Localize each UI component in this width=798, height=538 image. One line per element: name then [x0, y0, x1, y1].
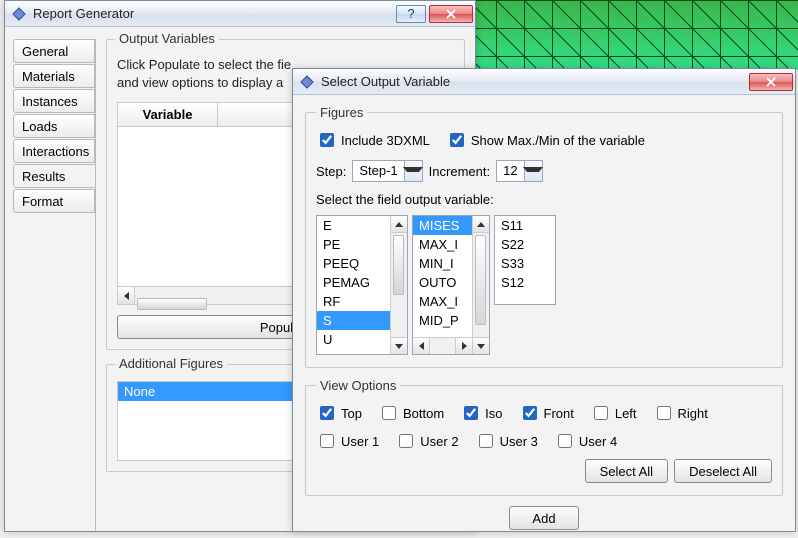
close-button[interactable] [749, 73, 793, 91]
list-item[interactable]: S11 [495, 216, 555, 235]
chevron-down-icon[interactable] [404, 161, 422, 181]
scroll-down-icon[interactable] [473, 337, 489, 354]
rg-tabs: GeneralMaterialsInstancesLoadsInteractio… [5, 27, 95, 531]
component-list[interactable]: S11S22S33S12 [494, 215, 556, 305]
include-3dxml-checkbox[interactable]: Include 3DXML [316, 130, 430, 150]
help-button[interactable]: ? [396, 5, 426, 23]
app-icon [11, 6, 27, 22]
view-bottom-checkbox[interactable]: Bottom [378, 403, 444, 423]
list-item[interactable]: S33 [495, 254, 555, 273]
invariant-list[interactable]: MISESMAX_IMIN_IOUTOMAX_IMID_P [412, 215, 490, 355]
h-scrollbar[interactable] [413, 337, 472, 354]
figures-legend: Figures [316, 105, 367, 120]
step-label: Step: [316, 164, 346, 179]
close-button[interactable] [429, 5, 473, 23]
tab-loads[interactable]: Loads [13, 114, 95, 138]
increment-label: Increment: [429, 164, 490, 179]
view-user-2-checkbox[interactable]: User 2 [395, 431, 458, 451]
view-right-checkbox[interactable]: Right [653, 403, 708, 423]
rg-title: Report Generator [33, 6, 396, 21]
sov-title: Select Output Variable [321, 74, 749, 89]
app-icon [299, 74, 315, 90]
chevron-down-icon[interactable] [524, 161, 542, 181]
additional-title: Additional Figures [115, 356, 227, 371]
v-scrollbar[interactable] [472, 216, 489, 354]
view-user-3-checkbox[interactable]: User 3 [475, 431, 538, 451]
add-button[interactable]: Add [509, 506, 579, 530]
view-left-checkbox[interactable]: Left [590, 403, 637, 423]
deselect-all-button[interactable]: Deselect All [674, 459, 772, 483]
increment-combo[interactable]: 12 [496, 160, 542, 182]
view-iso-checkbox[interactable]: Iso [460, 403, 502, 423]
scroll-down-icon[interactable] [391, 337, 407, 354]
list-item[interactable]: S22 [495, 235, 555, 254]
select-field-label: Select the field output variable: [316, 192, 494, 207]
scroll-right-icon[interactable] [455, 338, 472, 354]
tab-format[interactable]: Format [13, 189, 95, 213]
scroll-up-icon[interactable] [391, 216, 407, 233]
variable-list[interactable]: EPEPEEQPEMAGRFSU [316, 215, 408, 355]
tab-interactions[interactable]: Interactions [13, 139, 95, 163]
list-item[interactable]: S12 [495, 273, 555, 292]
th-variable[interactable]: Variable [118, 103, 218, 126]
step-combo[interactable]: Step-1 [352, 160, 422, 182]
view-options-group: View Options Top Bottom Iso Front Left Right U… [305, 378, 783, 496]
group-title: Output Variables [115, 31, 219, 46]
view-user-4-checkbox[interactable]: User 4 [554, 431, 617, 451]
select-output-variable-window: Select Output Variable Figures Include 3… [292, 68, 796, 532]
scroll-thumb[interactable] [137, 298, 207, 310]
sov-titlebar[interactable]: Select Output Variable [293, 69, 795, 95]
tab-instances[interactable]: Instances [13, 89, 95, 113]
mesh-background [468, 0, 798, 70]
view-options-legend: View Options [316, 378, 400, 393]
scroll-up-icon[interactable] [473, 216, 489, 233]
tab-materials[interactable]: Materials [13, 64, 95, 88]
scroll-left-icon[interactable] [413, 338, 430, 354]
select-all-button[interactable]: Select All [585, 459, 668, 483]
view-user-1-checkbox[interactable]: User 1 [316, 431, 379, 451]
tab-general[interactable]: General [13, 39, 95, 63]
v-scrollbar[interactable] [390, 216, 407, 354]
view-top-checkbox[interactable]: Top [316, 403, 362, 423]
view-front-checkbox[interactable]: Front [519, 403, 574, 423]
scroll-left-icon[interactable] [118, 287, 135, 304]
figures-group: Figures Include 3DXML Show Max./Min of t… [305, 105, 783, 368]
rg-titlebar[interactable]: Report Generator ? [5, 1, 475, 27]
show-maxmin-checkbox[interactable]: Show Max./Min of the variable [446, 130, 645, 150]
tab-results[interactable]: Results [13, 164, 95, 188]
